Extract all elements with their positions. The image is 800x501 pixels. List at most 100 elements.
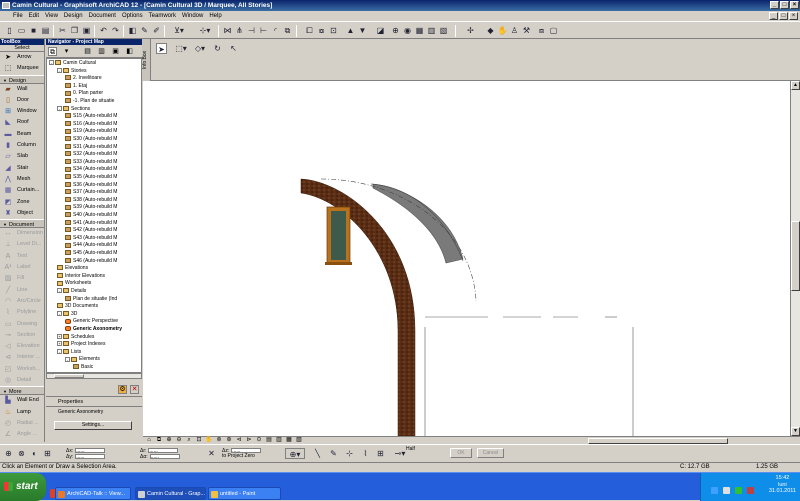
tool-zone[interactable]: ◩ Zone [0,197,44,208]
tree-node[interactable]: 0. Plan parter [65,90,103,98]
settings-button[interactable]: Settings... [54,421,132,430]
tool-stair[interactable]: ◢ Stair [0,163,44,174]
tree-node[interactable]: S32 (Auto-rebuild M [65,151,117,159]
tree-node[interactable]: S40 (Auto-rebuild M [65,212,117,220]
collapse-icon[interactable]: - [57,288,62,294]
vertical-scrollbar[interactable]: ▲ ▼ [790,81,800,436]
tree-node[interactable]: - Details [57,288,86,296]
doc-3d-icon[interactable]: ⧈ [536,25,547,36]
tree-node[interactable]: S34 (Auto-rebuild M [65,166,117,174]
polar-icon[interactable]: ◐ [29,448,40,459]
menu-document[interactable]: Document [86,11,119,21]
measure-icon[interactable]: ✎ [328,448,339,459]
da-input[interactable]: ...... [149,454,180,460]
3d-canvas[interactable] [143,81,790,436]
tool-detail[interactable]: ◎ Detail [0,375,44,386]
menu-edit[interactable]: Edit [26,11,42,21]
network-icon[interactable] [711,487,718,494]
tree-node[interactable]: S37 (Auto-rebuild M [65,189,117,197]
grid-icon[interactable]: ▦ [414,25,425,36]
relative-icon[interactable]: ⊗ [16,448,27,459]
send-back-icon[interactable]: ▼ [357,25,368,36]
tool-elevation[interactable]: ◁ Elevation [0,341,44,352]
zoom-icon[interactable]: ⌕ [185,437,193,444]
scale-icon[interactable]: ▧ [295,437,303,444]
antivirus-icon[interactable] [747,487,754,494]
tree-node[interactable]: Plan de situatie (Ind [65,296,117,304]
tool-arc-circle[interactable]: ◠ Arc/Circle [0,296,44,307]
intersect-icon[interactable]: ⋈ [222,25,233,36]
zoom-previous-icon[interactable]: ⊲ [235,437,243,444]
zoom-next-icon[interactable]: ⊳ [245,437,253,444]
cancel-x-icon[interactable]: ✕ [206,448,217,459]
tool-column[interactable]: ▮ Column [0,140,44,151]
zoom-3d-icon[interactable]: ⊕ [390,25,401,36]
publisher-icon[interactable]: ▣ [111,47,120,56]
menu-view[interactable]: View [42,11,61,21]
tool-label[interactable]: A¹ Label [0,262,44,273]
security-icon[interactable] [735,487,742,494]
tool-drawing[interactable]: ▭ Drawing [0,319,44,330]
tool-curtain-wall[interactable]: ▦ Curtain... [0,185,44,196]
tree-node[interactable]: 3D Documents [57,303,98,311]
tree-node[interactable]: S45 (Auto-rebuild M [65,250,117,258]
bring-front-icon[interactable]: ▲ [345,25,356,36]
guide-line-icon[interactable]: ╲ [312,448,323,459]
design-group-header[interactable]: ▼ Design [0,74,44,84]
tool-window[interactable]: ⊞ Window [0,106,44,117]
folder-icon[interactable]: ▤ [83,47,92,56]
offset-icon[interactable]: ⧉ [282,25,293,36]
pointer-icon[interactable]: ↖ [228,43,239,54]
grid-snap-icon[interactable]: ⊹▾ [196,25,214,36]
lock-icon[interactable]: ⊡ [328,25,339,36]
start-button[interactable]: start [0,473,46,501]
tree-node[interactable]: - Camin Cultural [49,60,96,68]
camera-icon[interactable]: ⊙ [255,437,263,444]
model-view-icon[interactable]: ▦ [285,437,293,444]
expand-icon[interactable]: + [57,341,62,347]
menu-design[interactable]: Design [61,11,86,21]
project-map-icon[interactable]: ⧉ [48,47,57,56]
redo-icon[interactable]: ↷ [110,25,121,36]
project-map-tree[interactable]: - Camin Cultural - Stories 2. Invelitoare 1. … [46,58,142,373]
tool-door[interactable]: ▯ Door [0,95,44,106]
doc-minimize-button[interactable]: _ [769,12,778,20]
tool-interior-elevation[interactable]: ⊲ Interior ... [0,352,44,363]
tree-node[interactable]: - Lists [57,349,81,357]
dr-input[interactable]: ...... [148,448,179,454]
tool-roof[interactable]: ◣ Roof [0,117,44,128]
absolute-icon[interactable]: ⊕ [3,448,14,459]
info-box-tab[interactable]: Info Box [142,39,151,81]
adjust-icon[interactable]: ⊣ [246,25,257,36]
tree-node[interactable]: - Elements [65,356,100,364]
menu-file[interactable]: File [10,11,26,21]
tool-arrow[interactable]: ➤ Arrow [0,52,44,63]
selection-type-icon[interactable]: ◇▾ [193,43,207,54]
tool-fill[interactable]: ▨ Fill [0,273,44,284]
copy-icon[interactable]: ❐ [69,25,80,36]
tree-node[interactable]: S39 (Auto-rebuild M [65,204,117,212]
app-icon[interactable] [2,2,10,9]
group-icon[interactable]: ⧠ [304,25,315,36]
person-icon[interactable]: ♙ [509,25,520,36]
task-paint[interactable]: untitled - Paint [208,487,281,500]
menu-help[interactable]: Help [206,11,224,21]
tree-node[interactable]: Worksheets [57,280,91,288]
fit-icon[interactable]: ⊡ [195,437,203,444]
rotate-icon[interactable]: ↻ [212,43,223,54]
new-file-icon[interactable]: ▯ [4,25,15,36]
pen-icon[interactable]: ✐ [151,25,162,36]
tree-node[interactable]: - Stories [57,68,87,76]
cut-icon[interactable]: ✂ [57,25,68,36]
tree-node[interactable]: S46 (Auto-rebuild M [65,258,117,266]
tree-node[interactable]: S42 (Auto-rebuild M [65,227,117,235]
collapse-icon[interactable]: - [49,60,54,66]
orbit-icon[interactable]: ⊚ [215,437,223,444]
scroll-up-icon[interactable]: ▲ [791,81,800,90]
pan-icon[interactable]: ✋ [205,437,213,444]
more-group-header[interactable]: ▼ More [0,386,44,396]
tree-node[interactable]: S16 (Auto-rebuild M [65,121,117,129]
tree-node[interactable]: Generic Perspective [65,318,118,326]
tool-mesh[interactable]: ⋀ Mesh [0,174,44,185]
layout-icon[interactable]: ▢ [548,25,559,36]
